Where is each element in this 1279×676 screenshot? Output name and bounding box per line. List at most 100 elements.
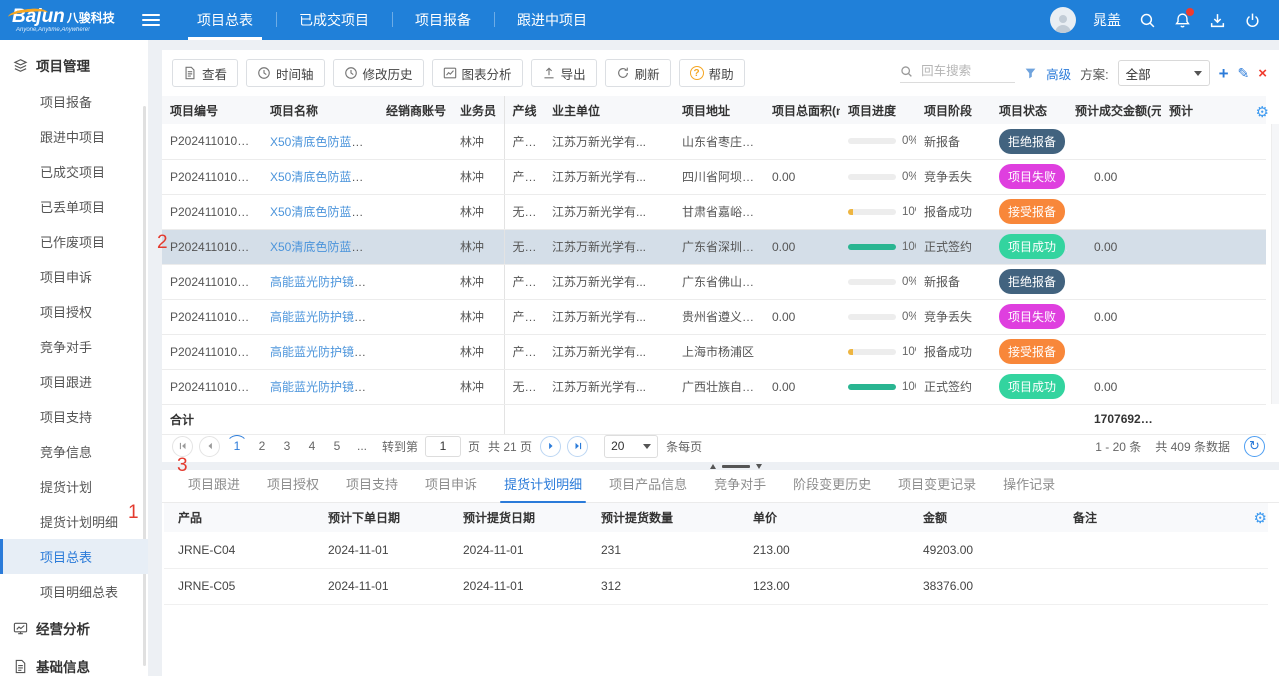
sidebar-item-项目申诉[interactable]: 项目申诉 — [0, 259, 148, 294]
expand-up-icon[interactable] — [710, 464, 716, 469]
search-icon[interactable] — [1138, 11, 1156, 29]
detail-tab-竞争对手[interactable]: 竞争对手 — [714, 474, 766, 502]
page-number-...[interactable]: ... — [351, 435, 373, 457]
sidebar-item-竞争信息[interactable]: 竞争信息 — [0, 434, 148, 469]
avatar[interactable] — [1050, 7, 1076, 33]
page-number-5[interactable]: 5 — [326, 435, 348, 457]
sidebar-item-提货计划明细[interactable]: 提货计划明细 — [0, 504, 148, 539]
refresh-data-icon[interactable]: ↻ — [1244, 436, 1265, 457]
column-header[interactable]: 业主单位 — [544, 96, 674, 124]
edit-scheme-icon[interactable]: ✎ — [1238, 65, 1250, 82]
column-header[interactable]: 项目状态 — [991, 96, 1067, 124]
first-page-button[interactable] — [172, 436, 193, 457]
table-row[interactable]: P202411010021高能蓝光防护镜片采购...林冲产线B江苏万新光学有..… — [162, 264, 1266, 299]
table-row[interactable]: P202411010020高能蓝光防护镜片采购...林冲产线A江苏万新光学有..… — [162, 299, 1266, 334]
collapse-down-icon[interactable] — [756, 464, 762, 469]
toolbar-button-刷新[interactable]: 刷新 — [605, 59, 671, 87]
sidebar-item-已作废项目[interactable]: 已作废项目 — [0, 224, 148, 259]
username[interactable]: 晁盖 — [1093, 10, 1121, 30]
column-header[interactable]: 经销商账号 — [378, 96, 452, 124]
sidebar-item-跟进中项目[interactable]: 跟进中项目 — [0, 119, 148, 154]
page-number-4[interactable]: 4 — [301, 435, 323, 457]
power-icon[interactable] — [1243, 11, 1261, 29]
prev-page-button[interactable] — [199, 436, 220, 457]
grid-vertical-scrollbar[interactable] — [1271, 124, 1279, 404]
next-page-button[interactable] — [540, 436, 561, 457]
detail-tab-项目申诉[interactable]: 项目申诉 — [425, 474, 477, 502]
column-header[interactable]: 项目名称 — [262, 96, 378, 124]
toolbar-button-查看[interactable]: 查看 — [172, 59, 238, 87]
page-number-3[interactable]: 3 — [276, 435, 298, 457]
toolbar-button-帮助[interactable]: ?帮助 — [679, 59, 745, 87]
table-row[interactable]: P202411010024X50清底色防蓝光镜片...林冲产线D江苏万新光学有.… — [162, 159, 1266, 194]
column-header[interactable]: 项目阶段 — [916, 96, 991, 124]
column-header[interactable]: 预计成交金额(元) — [1067, 96, 1161, 124]
detail-tab-项目跟进[interactable]: 项目跟进 — [188, 474, 240, 502]
sidebar-item-已成交项目[interactable]: 已成交项目 — [0, 154, 148, 189]
column-header[interactable]: 项目编号 — [162, 96, 262, 124]
sidebar-group-项目管理[interactable]: 项目管理 — [0, 46, 148, 84]
add-scheme-icon[interactable]: + — [1219, 65, 1229, 82]
project-name-link[interactable]: 高能蓝光防护镜片采购... — [270, 380, 378, 394]
top-tab-跟进中项目[interactable]: 跟进中项目 — [494, 0, 610, 40]
sidebar-item-提货计划[interactable]: 提货计划 — [0, 469, 148, 504]
filter-icon[interactable] — [1024, 67, 1037, 80]
detail-tab-操作记录[interactable]: 操作记录 — [1003, 474, 1055, 502]
sidebar-group-基础信息[interactable]: 基础信息 — [0, 647, 148, 676]
table-row[interactable]: P202411010018高能蓝光防护镜片采购...林冲无产线江苏万新光学有..… — [162, 369, 1266, 404]
column-header[interactable]: 产线 — [504, 96, 544, 124]
table-row[interactable]: P202411010023X50清底色防蓝光镜片...林冲无产线江苏万新光学有.… — [162, 194, 1266, 229]
column-settings-gear-icon[interactable]: ⚙ — [1256, 103, 1269, 121]
toolbar-button-时间轴[interactable]: 时间轴 — [246, 59, 325, 87]
page-size-select[interactable]: 20 — [604, 435, 658, 458]
detail-tab-项目产品信息[interactable]: 项目产品信息 — [609, 474, 687, 502]
column-header[interactable]: 项目进度 — [840, 96, 916, 124]
detail-row[interactable]: JRNE-C042024-11-012024-11-01231213.00492… — [164, 532, 1268, 568]
delete-scheme-icon[interactable]: × — [1258, 66, 1267, 81]
goto-page-input[interactable] — [425, 436, 461, 457]
column-header[interactable]: 项目地址 — [674, 96, 764, 124]
page-number-2[interactable]: 2 — [251, 435, 273, 457]
detail-tab-项目变更记录[interactable]: 项目变更记录 — [898, 474, 976, 502]
last-page-button[interactable] — [567, 436, 588, 457]
detail-tab-项目支持[interactable]: 项目支持 — [346, 474, 398, 502]
drag-bar-icon[interactable] — [722, 465, 750, 468]
splitter-handle[interactable] — [710, 464, 762, 469]
project-name-link[interactable]: X50清底色防蓝光镜片... — [270, 135, 378, 149]
bell-icon[interactable] — [1173, 11, 1191, 29]
project-name-link[interactable]: X50清底色防蓝光镜片... — [270, 205, 378, 219]
sidebar-item-项目支持[interactable]: 项目支持 — [0, 399, 148, 434]
column-header[interactable]: 项目总面积(m²) — [764, 96, 840, 124]
column-header[interactable]: 业务员 — [452, 96, 504, 124]
top-tab-项目报备[interactable]: 项目报备 — [392, 0, 494, 40]
detail-column-settings-gear-icon[interactable]: ⚙ — [1254, 509, 1267, 527]
sidebar-item-项目授权[interactable]: 项目授权 — [0, 294, 148, 329]
top-tab-已成交项目[interactable]: 已成交项目 — [276, 0, 392, 40]
project-name-link[interactable]: 高能蓝光防护镜片采购... — [270, 345, 378, 359]
page-number-1[interactable]: 1 — [226, 435, 248, 457]
project-name-link[interactable]: X50清底色防蓝光镜片... — [270, 170, 378, 184]
detail-tab-项目授权[interactable]: 项目授权 — [267, 474, 319, 502]
sidebar-item-项目总表[interactable]: 项目总表 — [0, 539, 148, 574]
advanced-search-link[interactable]: 高级 — [1046, 64, 1071, 83]
detail-tab-阶段变更历史[interactable]: 阶段变更历史 — [793, 474, 871, 502]
sidebar-item-项目明细总表[interactable]: 项目明细总表 — [0, 574, 148, 609]
toolbar-button-导出[interactable]: 导出 — [531, 59, 597, 87]
toolbar-button-修改历史[interactable]: 修改历史 — [333, 59, 424, 87]
sidebar-item-竞争对手[interactable]: 竞争对手 — [0, 329, 148, 364]
sidebar-item-项目跟进[interactable]: 项目跟进 — [0, 364, 148, 399]
sidebar-item-已丢单项目[interactable]: 已丢单项目 — [0, 189, 148, 224]
detail-tab-提货计划明细[interactable]: 提货计划明细 — [504, 474, 582, 502]
toolbar-button-图表分析[interactable]: 图表分析 — [432, 59, 523, 87]
search-input[interactable] — [919, 63, 1015, 79]
project-name-link[interactable]: 高能蓝光防护镜片采购... — [270, 310, 378, 324]
table-row[interactable]: P202411010022X50清底色防蓝光镜片...林冲无产线江苏万新光学有.… — [162, 229, 1266, 264]
menu-toggle-icon[interactable] — [142, 11, 160, 29]
sidebar-group-经营分析[interactable]: 经营分析 — [0, 609, 148, 647]
sidebar-item-项目报备[interactable]: 项目报备 — [0, 84, 148, 119]
project-name-link[interactable]: X50清底色防蓝光镜片... — [270, 240, 378, 254]
download-icon[interactable] — [1208, 11, 1226, 29]
column-header[interactable]: 预计 — [1161, 96, 1266, 124]
project-name-link[interactable]: 高能蓝光防护镜片采购... — [270, 275, 378, 289]
scheme-select[interactable]: 全部 — [1118, 60, 1210, 86]
